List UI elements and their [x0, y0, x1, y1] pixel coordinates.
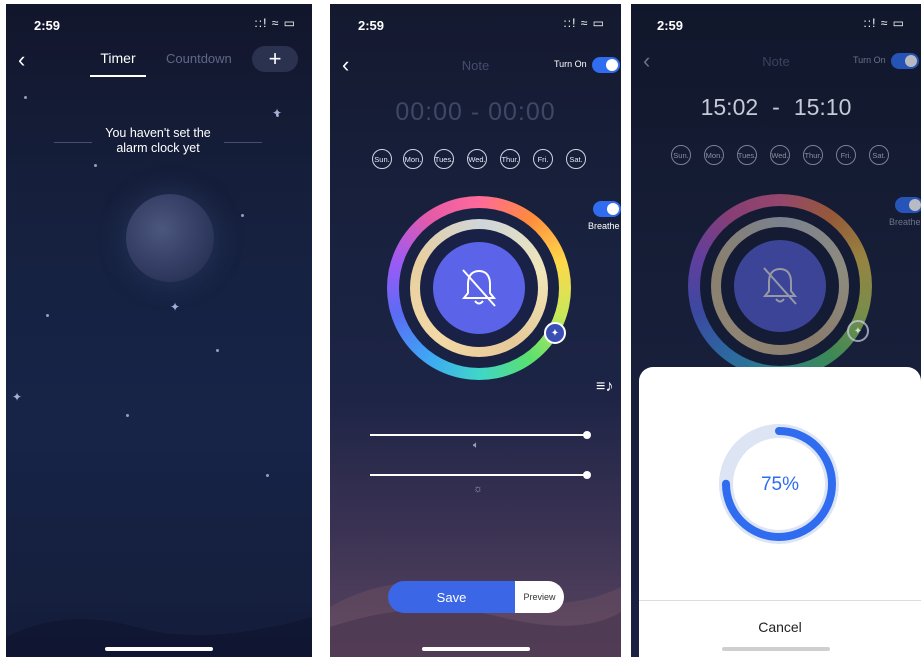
breathe-toggle[interactable]	[593, 201, 621, 217]
status-time: 2:59	[34, 18, 61, 33]
day-fri[interactable]: Fri.	[533, 149, 553, 169]
alarm-edit-screen: 2:59 ::! ≈ ▭ ‹ Note Turn On 00:00 - 00:0…	[330, 4, 621, 657]
day-wed[interactable]: Wed.	[770, 145, 790, 165]
bell-off-icon[interactable]	[459, 266, 499, 310]
day-fri[interactable]: Fri.	[836, 145, 856, 165]
day-thur[interactable]: Thur.	[803, 145, 823, 165]
music-list-icon[interactable]: ≡♪	[596, 378, 613, 396]
volume-slider[interactable]	[370, 431, 591, 439]
preview-button[interactable]: Preview	[515, 581, 564, 613]
breathe-toggle[interactable]	[895, 197, 921, 213]
turn-on-label: Turn On	[554, 59, 587, 69]
volume-slider-knob[interactable]	[583, 431, 591, 439]
empty-message-line2: alarm clock yet	[116, 141, 200, 155]
brightness-icon: ☼	[473, 483, 484, 495]
star-icon	[126, 414, 129, 417]
tab-timer[interactable]: Timer	[90, 50, 146, 77]
sparkle-icon: ✦	[272, 106, 283, 120]
turn-on-toggle[interactable]	[891, 53, 919, 69]
star-icon	[241, 214, 244, 217]
day-mon[interactable]: Mon.	[403, 149, 423, 169]
add-alarm-button[interactable]: +	[252, 46, 298, 72]
turn-on-label: Turn On	[853, 55, 886, 65]
day-sun[interactable]: Sun.	[671, 145, 691, 165]
bell-off-icon[interactable]	[760, 264, 800, 308]
star-icon	[94, 164, 97, 167]
day-thur[interactable]: Thur.	[500, 149, 520, 169]
empty-message: You haven't set the alarm clock yet	[66, 126, 250, 156]
breathe-label: Breathe	[889, 217, 921, 227]
cancel-button[interactable]: Cancel	[639, 601, 921, 653]
star-icon	[24, 96, 27, 99]
save-preview-bar: Save Preview	[388, 581, 564, 613]
status-icons: ::! ≈ ▭	[254, 16, 296, 30]
day-tues[interactable]: Tues.	[737, 145, 757, 165]
day-mon[interactable]: Mon.	[704, 145, 724, 165]
brightness-slider[interactable]	[370, 471, 591, 479]
status-time: 2:59	[657, 18, 684, 33]
tab-countdown[interactable]: Countdown	[166, 51, 232, 66]
day-wed[interactable]: Wed.	[467, 149, 487, 169]
home-indicator	[105, 647, 213, 651]
status-time: 2:59	[358, 18, 385, 33]
time-range[interactable]: 15:02 - 15:10	[631, 94, 921, 121]
turn-on-toggle[interactable]	[592, 57, 620, 73]
color-wheel[interactable]	[387, 196, 571, 380]
saving-dialog: 75% Cancel	[639, 367, 921, 657]
alarm-saving-screen: 2:59 ::! ≈ ▭ ‹ Note Turn On 15:02 - 15:1…	[631, 4, 921, 657]
star-icon	[46, 314, 49, 317]
sparkle-icon: ✦	[550, 327, 560, 339]
tab-timer-label: Timer	[100, 50, 136, 66]
time-end: 15:10	[793, 94, 852, 120]
color-picker-handle[interactable]: ✦	[544, 322, 566, 344]
breathe-label: Breathe	[588, 221, 620, 231]
sparkle-icon: ✦	[853, 325, 863, 337]
status-icons: ::! ≈ ▭	[563, 16, 605, 30]
progress-label: 75%	[760, 474, 800, 495]
day-sat[interactable]: Sat.	[566, 149, 586, 169]
status-icons: ::! ≈ ▭	[863, 16, 905, 30]
back-arrow-icon[interactable]: ‹	[18, 49, 25, 71]
save-button[interactable]: Save	[388, 581, 515, 613]
star-icon	[216, 349, 219, 352]
time-start: 15:02	[700, 94, 759, 120]
tab-underline	[90, 75, 146, 77]
day-sun[interactable]: Sun.	[372, 149, 392, 169]
sparkle-icon: ✦	[170, 300, 181, 314]
moon-image	[126, 194, 214, 282]
color-wheel[interactable]	[688, 194, 872, 378]
star-icon	[266, 474, 269, 477]
speaker-icon: 🔈︎	[473, 440, 479, 451]
day-tues[interactable]: Tues.	[434, 149, 454, 169]
day-sat[interactable]: Sat.	[869, 145, 889, 165]
empty-message-line1: You haven't set the	[105, 126, 211, 140]
time-range[interactable]: 00:00 - 00:00	[330, 98, 621, 127]
plus-icon: +	[268, 46, 282, 71]
sparkle-icon: ✦	[12, 390, 23, 404]
home-indicator	[722, 647, 830, 651]
brightness-slider-knob[interactable]	[583, 471, 591, 479]
home-indicator	[421, 647, 530, 651]
time-separator: -	[772, 94, 780, 120]
color-picker-handle[interactable]: ✦	[847, 320, 869, 342]
timer-screen: 2:59 ::! ≈ ▭ ‹ Timer Countdown + You hav…	[6, 4, 312, 657]
